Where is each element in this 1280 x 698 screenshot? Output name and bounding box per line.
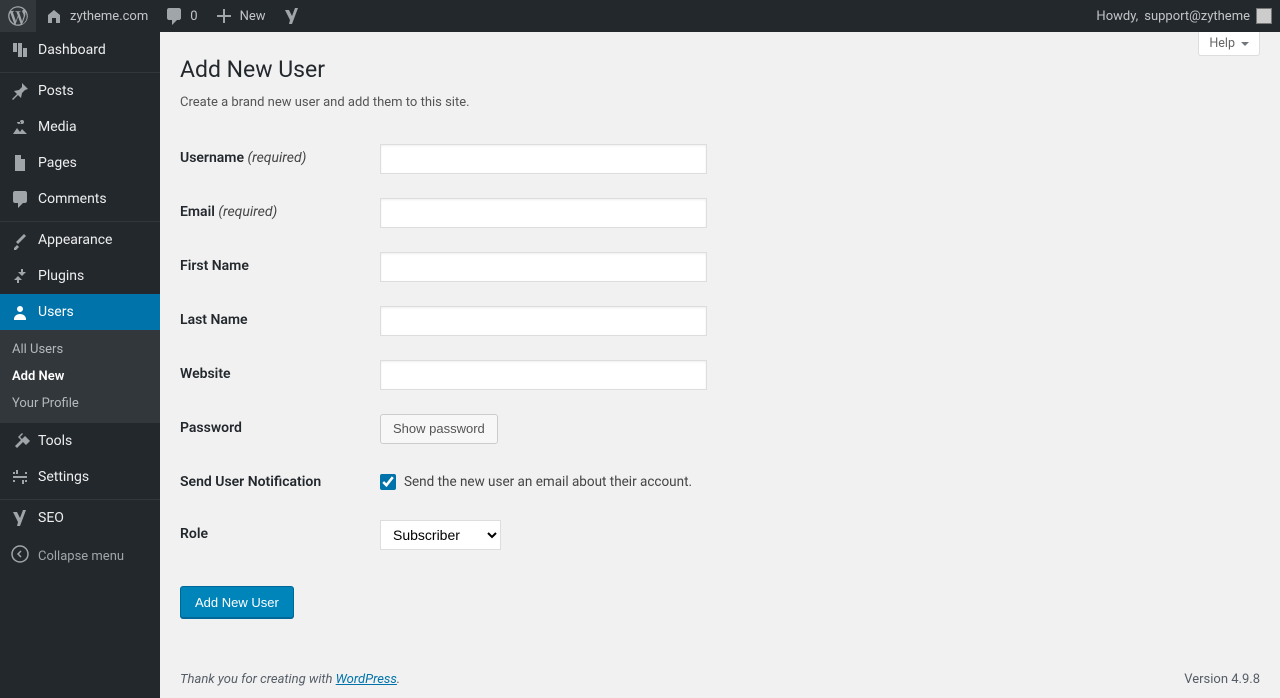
comment-icon (164, 6, 184, 26)
account-link[interactable]: Howdy, support@zytheme (1088, 0, 1280, 32)
wp-logo[interactable] (0, 0, 36, 32)
settings-icon (10, 467, 30, 487)
menu-pages[interactable]: Pages (0, 145, 160, 181)
label-last-name: Last Name (180, 294, 380, 348)
tools-icon (10, 431, 30, 451)
comments-count: 0 (190, 9, 197, 24)
menu-tools[interactable]: Tools (0, 423, 160, 459)
label-notification: Send User Notification (180, 456, 380, 508)
pin-icon (10, 81, 30, 101)
label-first-name: First Name (180, 240, 380, 294)
help-tab[interactable]: Help (1198, 32, 1260, 56)
role-select[interactable]: Subscriber (380, 520, 501, 550)
comments-link[interactable]: 0 (156, 0, 205, 32)
comments-icon (10, 189, 30, 209)
new-content-link[interactable]: New (206, 0, 274, 32)
submenu-users: All Users Add New Your Profile (0, 330, 160, 423)
site-name: zytheme.com (70, 9, 148, 24)
first-name-input[interactable] (380, 252, 707, 282)
menu-appearance[interactable]: Appearance (0, 222, 160, 258)
howdy-user: support@zytheme (1144, 9, 1250, 24)
menu-dashboard[interactable]: Dashboard (0, 32, 160, 68)
label-role: Role (180, 508, 380, 562)
media-icon (10, 117, 30, 137)
menu-comments[interactable]: Comments (0, 181, 160, 217)
submenu-add-new[interactable]: Add New (0, 363, 160, 390)
last-name-input[interactable] (380, 306, 707, 336)
yoast-icon (282, 6, 302, 26)
seo-icon (10, 508, 30, 528)
label-username: Username (required) (180, 132, 380, 186)
label-email: Email (required) (180, 186, 380, 240)
label-website: Website (180, 348, 380, 402)
avatar (1256, 8, 1272, 24)
menu-plugins[interactable]: Plugins (0, 258, 160, 294)
submenu-all-users[interactable]: All Users (0, 336, 160, 363)
site-name-link[interactable]: zytheme.com (36, 0, 156, 32)
notification-desc: Send the new user an email about their a… (404, 474, 692, 490)
username-input[interactable] (380, 144, 707, 174)
footer-thanks: Thank you for creating with WordPress. (180, 672, 400, 687)
menu-media[interactable]: Media (0, 109, 160, 145)
submenu-your-profile[interactable]: Your Profile (0, 390, 160, 417)
website-input[interactable] (380, 360, 707, 390)
wordpress-icon (8, 6, 28, 26)
add-new-user-button[interactable]: Add New User (180, 586, 294, 618)
menu-seo[interactable]: SEO (0, 500, 160, 536)
home-icon (44, 6, 64, 26)
email-input[interactable] (380, 198, 707, 228)
menu-posts[interactable]: Posts (0, 73, 160, 109)
menu-settings[interactable]: Settings (0, 459, 160, 495)
label-password: Password (180, 402, 380, 456)
show-password-button[interactable]: Show password (380, 414, 498, 444)
collapse-icon (10, 544, 30, 568)
page-intro: Create a brand new user and add them to … (180, 95, 1260, 110)
collapse-menu[interactable]: Collapse menu (0, 536, 160, 576)
dashboard-icon (10, 40, 30, 60)
users-icon (10, 302, 30, 322)
menu-users[interactable]: Users (0, 294, 160, 330)
yoast-icon-link[interactable] (274, 0, 310, 32)
wordpress-link[interactable]: WordPress (336, 672, 397, 687)
notification-checkbox[interactable] (380, 474, 396, 490)
plus-icon (214, 6, 234, 26)
appearance-icon (10, 230, 30, 250)
new-label: New (240, 9, 266, 24)
chevron-down-icon (1241, 42, 1249, 50)
plugin-icon (10, 266, 30, 286)
howdy-prefix: Howdy, (1096, 9, 1138, 24)
page-title: Add New User (180, 56, 1260, 83)
page-icon (10, 153, 30, 173)
footer-version: Version 4.9.8 (1184, 672, 1260, 687)
